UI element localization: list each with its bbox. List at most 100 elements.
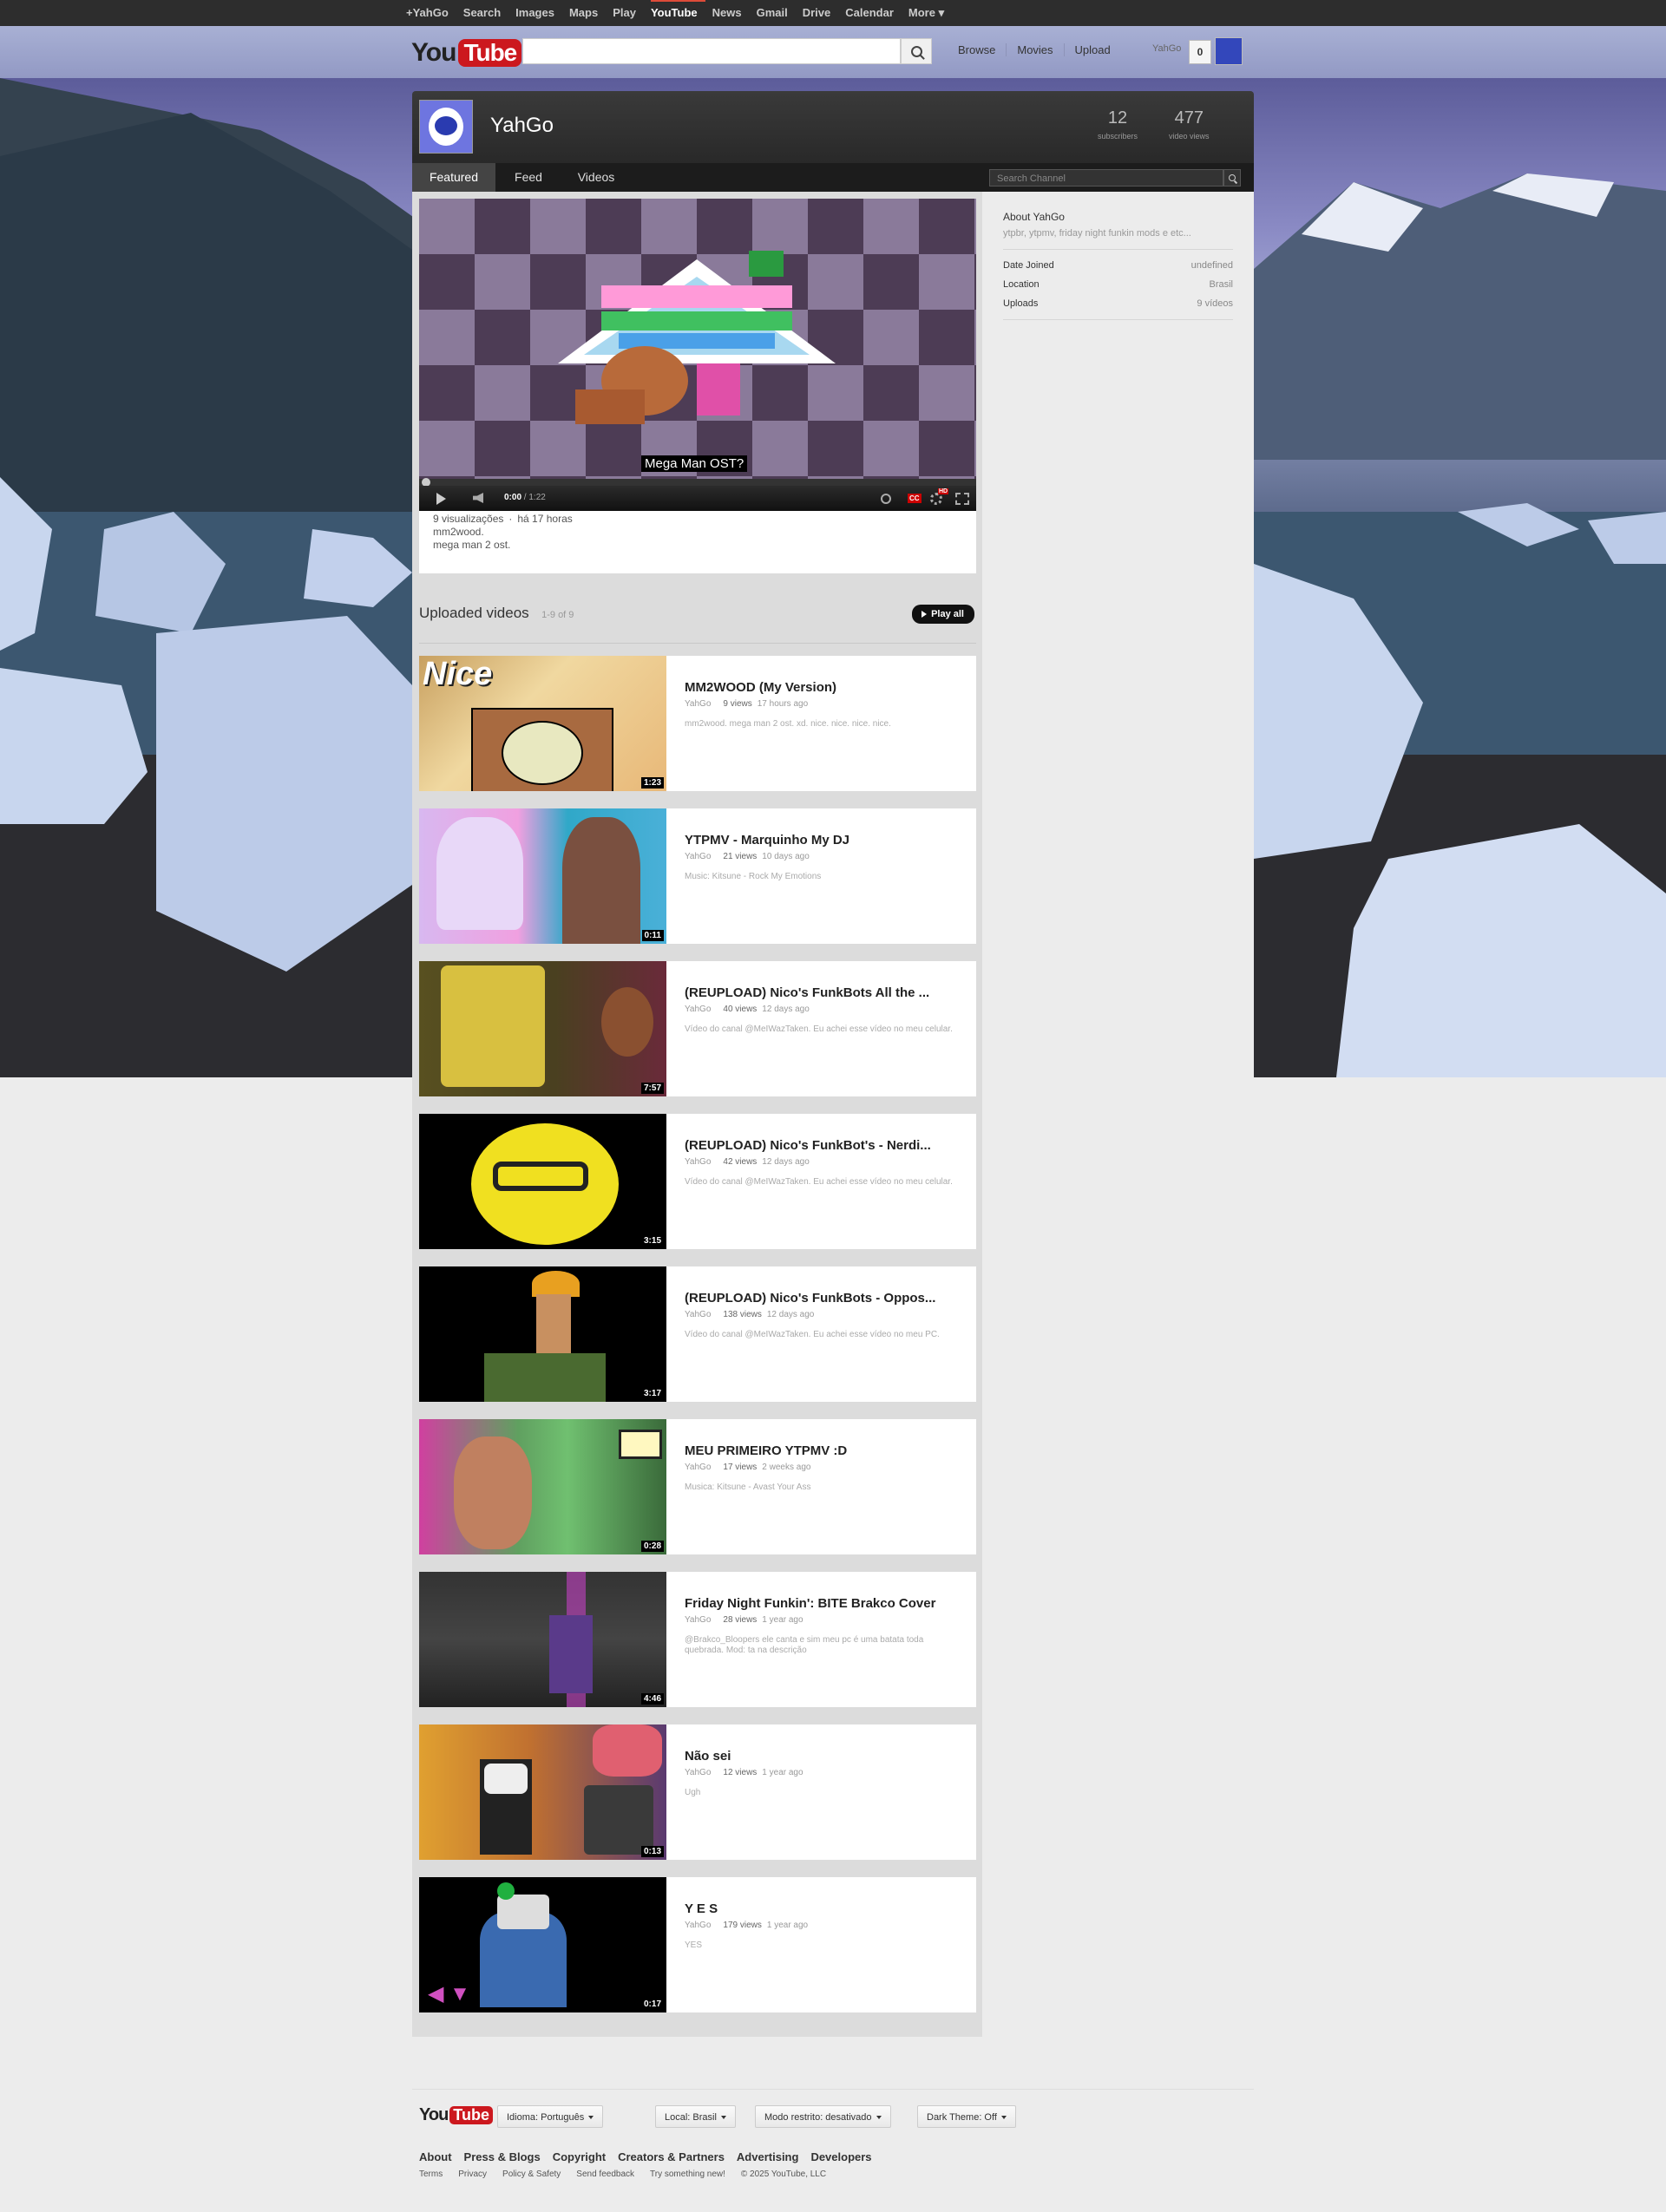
video-thumbnail[interactable]: 4:46 xyxy=(419,1572,666,1707)
masthead-username[interactable]: YahGo xyxy=(1152,43,1181,54)
tab-videos[interactable]: Videos xyxy=(561,163,631,192)
watch-later-icon[interactable] xyxy=(881,494,891,504)
video-author[interactable]: YahGo xyxy=(685,852,711,861)
video-item[interactable]: 0:13 Não sei YahGo 12 views 1 year ago Ugh xyxy=(419,1724,976,1860)
footer-link-feedback[interactable]: Send feedback xyxy=(576,2169,634,2179)
footer-link-press[interactable]: Press & Blogs xyxy=(464,2150,541,2163)
gbar-item-maps[interactable]: Maps xyxy=(569,0,606,26)
gbar-item-youtube[interactable]: YouTube xyxy=(650,0,705,26)
search-button[interactable] xyxy=(901,38,932,64)
user-avatar[interactable] xyxy=(1215,37,1243,65)
video-thumbnail[interactable]: Nice 1:23 xyxy=(419,656,666,791)
video-description: mm2wood. mega man 2 ost. xd. nice. nice.… xyxy=(685,719,891,729)
video-author[interactable]: YahGo xyxy=(685,1615,711,1625)
video-thumbnail[interactable]: ◀ ▼ 0:17 xyxy=(419,1877,666,2012)
gbar-item-more[interactable]: More ▾ xyxy=(908,0,952,26)
video-item[interactable]: 0:11 YTPMV - Marquinho My DJ YahGo 21 vie… xyxy=(419,808,976,944)
location-button[interactable]: Local: Brasil xyxy=(655,2105,736,2128)
featured-age: há 17 horas xyxy=(517,513,573,525)
video-title[interactable]: MM2WOOD (My Version) xyxy=(685,680,962,695)
settings-gear-icon[interactable] xyxy=(930,493,942,505)
video-title[interactable]: (REUPLOAD) Nico's FunkBots All the ... xyxy=(685,985,962,1000)
gbar-item-plus[interactable]: +YahGo xyxy=(406,0,456,26)
video-title[interactable]: MEU PRIMEIRO YTPMV :D xyxy=(685,1443,962,1458)
video-player[interactable]: Mega Man OST? 0:00 / 1:22 CC HD xyxy=(419,199,976,511)
footer-youtube-logo[interactable]: You Tube xyxy=(419,2105,493,2125)
video-thumbnail[interactable]: 0:28 xyxy=(419,1419,666,1554)
dark-theme-label: Dark Theme: Off xyxy=(927,2112,997,2123)
video-author[interactable]: YahGo xyxy=(685,1157,711,1167)
video-views: 28 views xyxy=(723,1615,758,1625)
fullscreen-icon[interactable] xyxy=(955,493,969,505)
footer-link-copyright[interactable]: Copyright xyxy=(553,2150,606,2163)
video-title[interactable]: Não sei xyxy=(685,1749,962,1764)
gbar-item-drive[interactable]: Drive xyxy=(803,0,839,26)
footer-link-developers[interactable]: Developers xyxy=(810,2150,871,2163)
thumbnail-face xyxy=(484,1764,528,1794)
browse-link[interactable]: Browse xyxy=(948,43,1007,56)
featured-video: Mega Man OST? 0:00 / 1:22 CC HD 9 visual… xyxy=(419,199,976,573)
footer-link-creators[interactable]: Creators & Partners xyxy=(618,2150,725,2163)
notification-count[interactable]: 0 xyxy=(1189,40,1211,64)
video-title[interactable]: YTPMV - Marquinho My DJ xyxy=(685,833,962,847)
video-author[interactable]: YahGo xyxy=(685,1310,711,1319)
video-item[interactable]: 3:17 (REUPLOAD) Nico's FunkBots - Oppos.… xyxy=(419,1266,976,1402)
featured-desc-line1: mm2wood. xyxy=(433,526,484,538)
progress-bar[interactable] xyxy=(419,478,976,487)
gbar-item-images[interactable]: Images xyxy=(515,0,562,26)
video-item[interactable]: 3:15 (REUPLOAD) Nico's FunkBot's - Nerdi… xyxy=(419,1114,976,1249)
language-button[interactable]: Idioma: Português xyxy=(497,2105,604,2128)
gbar-item-calendar[interactable]: Calendar xyxy=(845,0,902,26)
video-item[interactable]: 4:46 Friday Night Funkin': BITE Brakco C… xyxy=(419,1572,976,1707)
video-title[interactable]: Friday Night Funkin': BITE Brakco Cover xyxy=(685,1596,962,1611)
gbar-item-search[interactable]: Search xyxy=(463,0,508,26)
thumbnail-girlfriend xyxy=(593,1724,662,1777)
megaman-title-art xyxy=(558,251,836,424)
youtube-logo[interactable]: You Tube xyxy=(411,38,522,68)
video-author[interactable]: YahGo xyxy=(685,1921,711,1930)
video-title[interactable]: Y E S xyxy=(685,1901,962,1916)
dark-theme-button[interactable]: Dark Theme: Off xyxy=(917,2105,1016,2128)
footer-link-policy[interactable]: Policy & Safety xyxy=(502,2169,561,2179)
video-title[interactable]: (REUPLOAD) Nico's FunkBots - Oppos... xyxy=(685,1291,962,1306)
thumbnail-face xyxy=(497,1895,549,1929)
video-thumbnail[interactable]: 0:11 xyxy=(419,808,666,944)
video-item[interactable]: ◀ ▼ 0:17 Y E S YahGo 179 views 1 year ago … xyxy=(419,1877,976,2012)
video-title[interactable]: (REUPLOAD) Nico's FunkBot's - Nerdi... xyxy=(685,1138,962,1153)
gbar-item-news[interactable]: News xyxy=(712,0,750,26)
play-all-button[interactable]: Play all xyxy=(912,605,974,624)
video-item[interactable]: Nice 1:23 MM2WOOD (My Version) YahGo 9 vi… xyxy=(419,656,976,791)
footer-link-terms[interactable]: Terms xyxy=(419,2169,443,2179)
captions-icon[interactable]: CC xyxy=(908,494,922,503)
channel-search-button[interactable] xyxy=(1223,169,1241,187)
restricted-mode-button[interactable]: Modo restrito: desativado xyxy=(755,2105,891,2128)
video-thumbnail[interactable]: 0:13 xyxy=(419,1724,666,1860)
video-thumbnail[interactable]: 3:15 xyxy=(419,1114,666,1249)
video-author[interactable]: YahGo xyxy=(685,1005,711,1014)
gbar-item-gmail[interactable]: Gmail xyxy=(757,0,796,26)
video-meta: YahGo 17 views 2 weeks ago xyxy=(685,1463,962,1472)
video-author[interactable]: YahGo xyxy=(685,1768,711,1777)
footer-link-advertising[interactable]: Advertising xyxy=(737,2150,799,2163)
video-thumbnail[interactable]: 3:17 xyxy=(419,1266,666,1402)
volume-icon[interactable] xyxy=(473,493,483,503)
channel-avatar[interactable] xyxy=(419,100,473,154)
video-item[interactable]: 0:28 MEU PRIMEIRO YTPMV :D YahGo 17 views… xyxy=(419,1419,976,1554)
tab-featured[interactable]: Featured xyxy=(412,163,495,192)
video-item[interactable]: 7:57 (REUPLOAD) Nico's FunkBots All the … xyxy=(419,961,976,1096)
channel-search-input[interactable]: Search Channel xyxy=(989,169,1223,187)
footer-links: About Press & Blogs Copyright Creators &… xyxy=(419,2150,884,2163)
footer-link-privacy[interactable]: Privacy xyxy=(458,2169,487,2179)
channel-title[interactable]: YahGo xyxy=(490,114,554,138)
video-thumbnail[interactable]: 7:57 xyxy=(419,961,666,1096)
play-icon[interactable] xyxy=(436,493,446,505)
upload-link[interactable]: Upload xyxy=(1065,43,1121,56)
movies-link[interactable]: Movies xyxy=(1007,43,1065,56)
footer-link-try-new[interactable]: Try something new! xyxy=(650,2169,725,2179)
search-input[interactable] xyxy=(522,38,901,64)
video-author[interactable]: YahGo xyxy=(685,1463,711,1472)
gbar-item-play[interactable]: Play xyxy=(613,0,644,26)
tab-feed[interactable]: Feed xyxy=(495,163,561,192)
footer-link-about[interactable]: About xyxy=(419,2150,452,2163)
video-author[interactable]: YahGo xyxy=(685,699,711,709)
